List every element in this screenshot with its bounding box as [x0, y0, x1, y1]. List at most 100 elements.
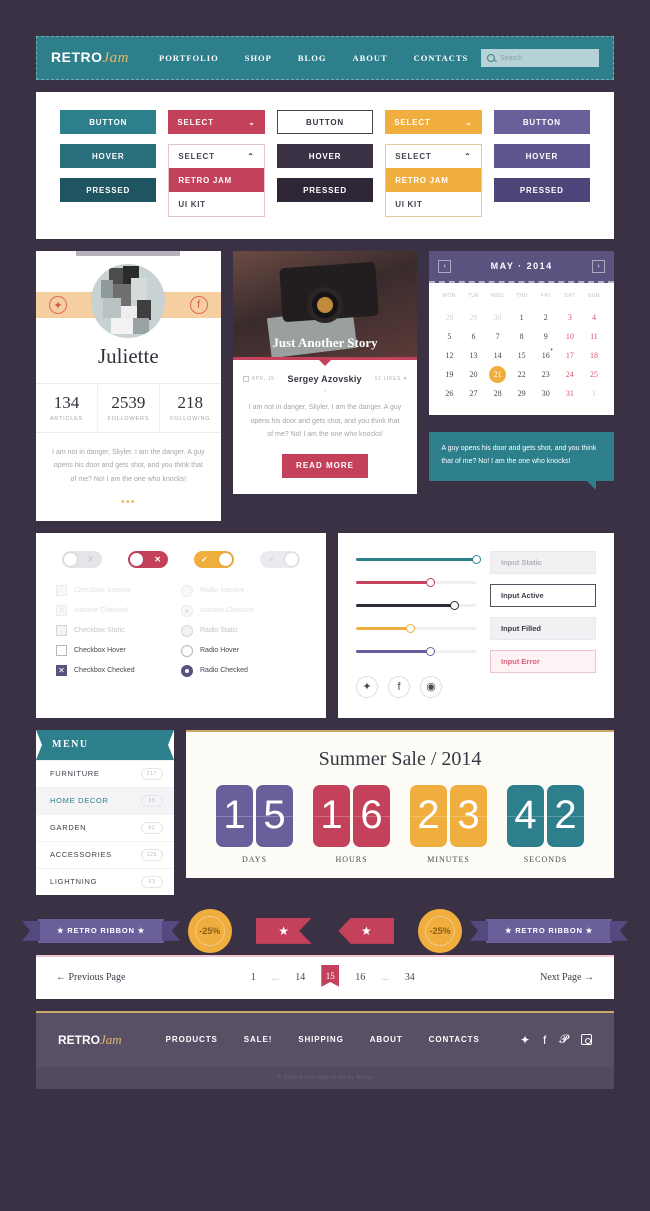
select-closed-amber[interactable]: SELECT ⌄ [385, 110, 482, 134]
button-default-purple[interactable]: BUTTON [493, 110, 591, 134]
calendar-day[interactable]: 4 [582, 308, 606, 327]
calendar-day[interactable]: 5 [437, 327, 461, 346]
button-pressed-dark[interactable]: PRESSED [276, 178, 374, 202]
checkbox-checked[interactable]: Checkbox Checked [56, 664, 181, 678]
instagram-icon[interactable]: ◉ [420, 675, 442, 698]
page-34[interactable]: 34 [405, 972, 415, 983]
checkbox-hover[interactable]: Checkbox Hover [56, 644, 181, 658]
read-more-button[interactable]: READ MORE [282, 453, 368, 478]
footer-logo[interactable]: RETROJam [58, 1032, 122, 1048]
pagination-next[interactable]: Next Page → [540, 972, 594, 983]
slider-knob[interactable] [426, 578, 436, 588]
calendar-day[interactable]: 18 [582, 346, 606, 365]
button-default-teal[interactable]: BUTTON [60, 110, 157, 134]
calendar-day[interactable]: 29 [510, 384, 534, 403]
button-hover-teal[interactable]: HOVER [60, 144, 157, 168]
sidebar-item-lightning[interactable]: LIGHTNING 63 [36, 867, 174, 895]
calendar-day[interactable]: 29 [461, 308, 485, 327]
sidebar-item-home-decor[interactable]: HOME DECOR 35 [36, 786, 174, 814]
calendar-day[interactable]: 30 [534, 384, 558, 403]
input-error[interactable]: Input Error [490, 649, 596, 673]
dropdown-item-ui-kit-amber[interactable]: UI KIT [386, 192, 480, 216]
footer-link-products[interactable]: PRODUCTS [166, 1035, 218, 1044]
nav-link-contacts[interactable]: CONTACTS [414, 53, 469, 63]
calendar-day[interactable]: 8 [510, 327, 534, 346]
sidebar-item-accessories[interactable]: ACCESSORIES 126 [36, 840, 174, 868]
slider-knob[interactable] [472, 555, 481, 565]
facebook-icon[interactable]: f [543, 1033, 546, 1047]
nav-link-shop[interactable]: SHOP [245, 53, 272, 63]
header-logo[interactable]: RETROJam [51, 49, 129, 67]
calendar-day[interactable]: 25 [582, 365, 606, 384]
calendar-day[interactable]: 27 [461, 384, 485, 403]
page-1[interactable]: 1 [251, 972, 256, 983]
page-14[interactable]: 14 [295, 972, 305, 983]
facebook-icon[interactable]: f [388, 675, 410, 698]
radio-checked[interactable]: Radio Checked [181, 664, 306, 678]
dropdown-item-retro-jam-amber[interactable]: RETRO JAM [386, 168, 481, 192]
calendar-next-button[interactable]: › [592, 259, 606, 273]
pinterest-icon[interactable]: 𝓟 [559, 1032, 568, 1047]
calendar-day[interactable]: 7 [486, 327, 510, 346]
button-hover-purple[interactable]: HOVER [493, 144, 591, 168]
page-current[interactable]: 15 [321, 964, 340, 987]
calendar-day[interactable]: 30 [486, 308, 510, 327]
calendar-day[interactable]: 6 [461, 327, 485, 346]
select-open-trigger-amber[interactable]: SELECT ⌃ [385, 144, 482, 168]
twitter-icon[interactable]: ✦ [49, 296, 67, 314]
calendar-day[interactable]: 28 [437, 308, 461, 327]
slider-knob[interactable] [426, 647, 436, 657]
nav-link-portfolio[interactable]: PORTFOLIO [159, 53, 219, 63]
calendar-day[interactable]: 17 [558, 346, 582, 365]
slider[interactable] [356, 555, 481, 565]
calendar-day[interactable]: 23 [534, 365, 558, 384]
select-closed-red[interactable]: SELECT ⌄ [168, 110, 265, 134]
twitter-icon[interactable]: ✦ [520, 1033, 530, 1047]
slider[interactable] [356, 601, 476, 611]
slider[interactable] [356, 578, 476, 588]
input-static[interactable]: Input Static [490, 550, 596, 574]
calendar-day[interactable]: 19 [437, 365, 461, 384]
pagination-previous[interactable]: ← Previous Page [56, 972, 125, 983]
footer-link-contacts[interactable]: CONTACTS [429, 1035, 480, 1044]
calendar-day[interactable]: 14 [486, 346, 510, 365]
footer-link-shipping[interactable]: SHIPPING [298, 1035, 343, 1044]
profile-more-button[interactable]: ••• [36, 496, 221, 521]
radio-static[interactable]: Radio Static [181, 624, 306, 638]
footer-link-sale[interactable]: SALE! [244, 1035, 273, 1044]
toggle-off[interactable]: ✕ [62, 550, 102, 568]
calendar-day[interactable]: 28 [486, 384, 510, 403]
calendar-day[interactable]: 26 [437, 384, 461, 403]
toggle-on-amber[interactable]: ✓ [194, 550, 234, 568]
calendar-day[interactable]: 3 [558, 308, 582, 327]
sidebar-item-garden[interactable]: GARDEN 62 [36, 813, 174, 841]
calendar-day[interactable]: 11 [582, 327, 606, 346]
input-filled[interactable]: Input Filled [490, 616, 596, 640]
calendar-day[interactable]: 21 [486, 365, 510, 384]
blog-author[interactable]: Sergey Azovskiy [280, 374, 370, 384]
slider[interactable] [356, 647, 476, 657]
slider-knob[interactable] [406, 624, 415, 634]
footer-link-about[interactable]: ABOUT [370, 1035, 403, 1044]
search-input[interactable]: Search [481, 49, 599, 67]
slider[interactable] [356, 624, 476, 634]
button-pressed-purple[interactable]: PRESSED [493, 178, 591, 202]
calendar-day[interactable]: 31 [558, 384, 582, 403]
calendar-day[interactable]: 1 [582, 384, 606, 403]
button-hover-dark[interactable]: HOVER [276, 144, 374, 168]
twitter-icon[interactable]: ✦ [356, 675, 378, 698]
dropdown-item-retro-jam[interactable]: RETRO JAM [169, 168, 264, 192]
calendar-day[interactable]: 10 [558, 327, 582, 346]
nav-link-blog[interactable]: BLOG [298, 53, 327, 63]
input-active[interactable]: Input Active [490, 583, 596, 607]
sidebar-item-furniture[interactable]: FURNITURE 217 [36, 759, 174, 787]
calendar-prev-button[interactable]: ‹ [438, 259, 452, 273]
calendar-day[interactable]: 20 [461, 365, 485, 384]
dropdown-item-ui-kit[interactable]: UI KIT [169, 192, 263, 216]
button-default-outline[interactable]: BUTTON [276, 110, 374, 134]
calendar-day[interactable]: 9 [534, 327, 558, 346]
nav-link-about[interactable]: ABOUT [352, 53, 387, 63]
page-16[interactable]: 16 [355, 972, 365, 983]
calendar-day[interactable]: 1 [510, 308, 534, 327]
select-open-trigger-red[interactable]: SELECT ⌃ [168, 144, 265, 168]
